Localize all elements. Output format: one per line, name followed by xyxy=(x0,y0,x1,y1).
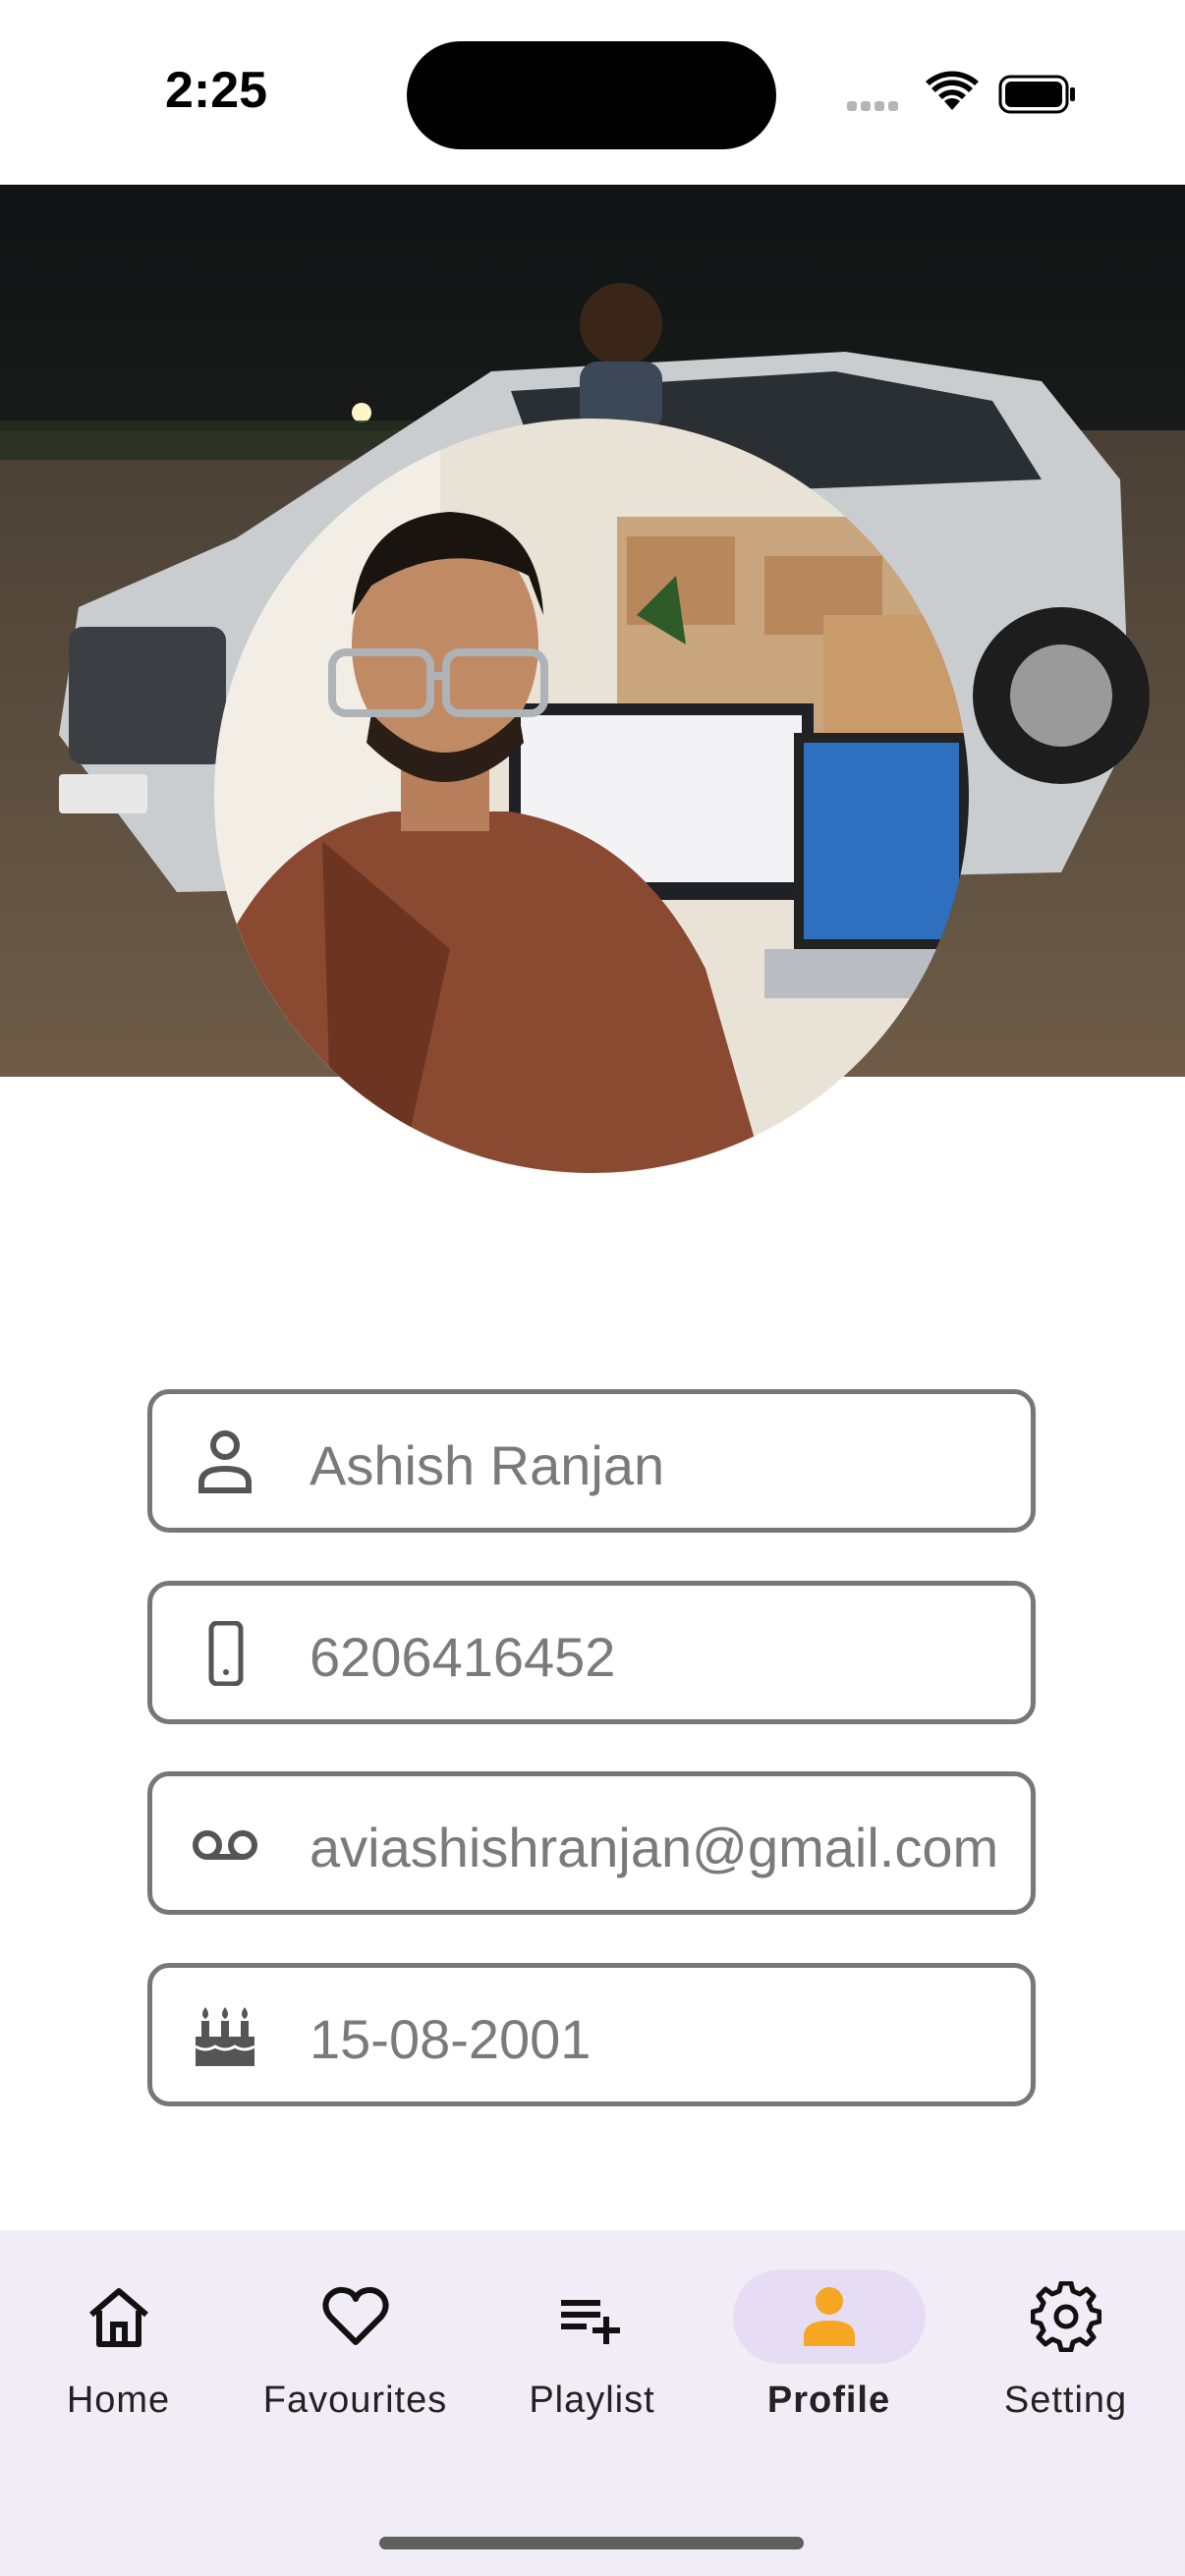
phone-value: 6206416452 xyxy=(310,1626,616,1688)
cake-icon xyxy=(195,2007,255,2066)
nav-label-favourites: Favourites xyxy=(262,2380,448,2421)
home-indicator[interactable] xyxy=(379,2537,804,2549)
person-outline-icon xyxy=(198,1430,252,1493)
nav-item-favourites[interactable]: Favourites xyxy=(237,2230,474,2466)
nav-item-home[interactable]: Home xyxy=(0,2230,237,2466)
dob-field[interactable]: 15-08-2001 xyxy=(147,1963,1036,2106)
bottom-navigation-bar: Home Favourites Playlist Profile Setting xyxy=(0,2230,1185,2576)
dob-value: 15-08-2001 xyxy=(310,2008,592,2070)
nav-label-profile: Profile xyxy=(766,2380,891,2421)
status-bar: 2:25 xyxy=(0,0,1185,185)
email-field[interactable]: aviashishranjan@gmail.com xyxy=(147,1771,1036,1915)
person-icon xyxy=(803,2287,855,2346)
gear-icon xyxy=(1030,2281,1101,2352)
playlist-add-icon xyxy=(560,2300,620,2344)
phone-field[interactable]: 6206416452 xyxy=(147,1581,1036,1724)
nav-label-home: Home xyxy=(66,2380,171,2421)
home-icon xyxy=(88,2288,148,2347)
voicemail-icon xyxy=(193,1830,257,1860)
status-time: 2:25 xyxy=(165,62,268,119)
cellular-signal-icon xyxy=(847,98,908,112)
active-indicator xyxy=(732,2269,926,2364)
name-field[interactable]: Ashish Ranjan xyxy=(147,1389,1036,1533)
nav-item-profile[interactable]: Profile xyxy=(710,2230,947,2466)
profile-avatar[interactable] xyxy=(214,419,969,1173)
battery-icon xyxy=(998,75,1075,114)
nav-label-setting: Setting xyxy=(1003,2380,1128,2421)
heart-icon xyxy=(321,2286,389,2345)
nav-item-setting[interactable]: Setting xyxy=(947,2230,1184,2466)
dynamic-island xyxy=(407,41,776,149)
nav-item-playlist[interactable]: Playlist xyxy=(474,2230,710,2466)
email-value: aviashishranjan@gmail.com xyxy=(310,1817,999,1878)
name-value: Ashish Ranjan xyxy=(310,1434,665,1496)
nav-label-playlist: Playlist xyxy=(529,2380,655,2421)
wifi-icon xyxy=(926,71,979,110)
phone-outline-icon xyxy=(208,1621,244,1686)
